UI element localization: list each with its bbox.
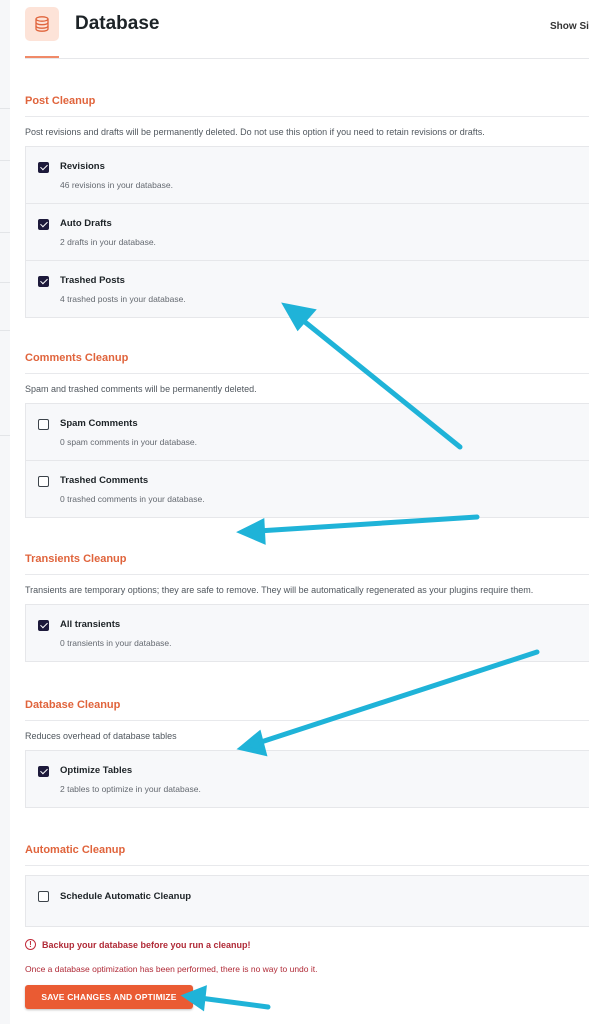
section-title: Post Cleanup xyxy=(25,94,589,117)
section-database-cleanup: Database Cleanup Reduces overhead of dat… xyxy=(25,698,589,808)
section-title: Transients Cleanup xyxy=(25,552,589,575)
option-label: Optimize Tables xyxy=(60,765,133,776)
option-label: All transients xyxy=(60,619,121,630)
section-description: Post revisions and drafts will be perman… xyxy=(25,127,485,137)
section-comments-cleanup: Comments Cleanup Spam and trashed commen… xyxy=(25,351,589,518)
schedule-cleanup-checkbox[interactable] xyxy=(38,891,49,902)
all-transients-checkbox[interactable] xyxy=(38,620,49,631)
warning-text: Backup your database before you run a cl… xyxy=(42,939,251,950)
annotation-arrow-head xyxy=(236,518,266,545)
option-spam-comments[interactable]: Spam Comments 0 spam comments in your da… xyxy=(26,404,589,460)
section-post-cleanup: Post Cleanup Post revisions and drafts w… xyxy=(25,94,589,318)
optimize-tables-checkbox[interactable] xyxy=(38,766,49,777)
option-trashed-comments[interactable]: Trashed Comments 0 trashed comments in y… xyxy=(26,460,589,517)
option-label: Revisions xyxy=(60,161,105,172)
option-label: Trashed Comments xyxy=(60,475,149,486)
annotation-arrow xyxy=(255,514,480,534)
options-box: Optimize Tables 2 tables to optimize in … xyxy=(25,750,589,808)
revisions-checkbox[interactable] xyxy=(38,162,49,173)
option-count: 2 tables to optimize in your database. xyxy=(60,784,201,794)
page-header: Database Show Si xyxy=(25,0,589,59)
option-label: Schedule Automatic Cleanup xyxy=(60,891,192,902)
option-schedule-cleanup[interactable]: Schedule Automatic Cleanup xyxy=(26,876,589,926)
option-label: Spam Comments xyxy=(60,418,138,429)
options-box: All transients 0 transients in your data… xyxy=(25,604,589,662)
section-description: Spam and trashed comments will be perman… xyxy=(25,384,257,394)
trashed-comments-checkbox[interactable] xyxy=(38,476,49,487)
option-all-transients[interactable]: All transients 0 transients in your data… xyxy=(26,605,589,661)
option-label: Trashed Posts xyxy=(60,275,125,286)
spam-comments-checkbox[interactable] xyxy=(38,419,49,430)
section-automatic-cleanup: Automatic Cleanup Schedule Automatic Cle… xyxy=(25,843,589,927)
option-count: 0 spam comments in your database. xyxy=(60,437,198,447)
option-count: 46 revisions in your database. xyxy=(60,180,173,190)
save-and-optimize-button[interactable]: SAVE CHANGES AND OPTIMIZE xyxy=(25,985,193,1009)
annotation-arrow xyxy=(197,995,271,1010)
options-box: Schedule Automatic Cleanup xyxy=(25,875,589,927)
admin-sidebar-edge xyxy=(0,0,10,1024)
show-sidebar-toggle[interactable]: Show Si xyxy=(550,21,589,32)
section-title: Automatic Cleanup xyxy=(25,843,589,866)
options-box: Revisions 46 revisions in your database.… xyxy=(25,146,589,318)
page-title: Database xyxy=(75,13,160,34)
database-icon xyxy=(25,7,59,41)
option-count: 4 trashed posts in your database. xyxy=(60,294,186,304)
option-optimize-tables[interactable]: Optimize Tables 2 tables to optimize in … xyxy=(26,751,589,807)
undo-note: Once a database optimization has been pe… xyxy=(25,964,318,974)
options-box: Spam Comments 0 spam comments in your da… xyxy=(25,403,589,518)
active-tab-indicator xyxy=(25,56,59,58)
section-title: Comments Cleanup xyxy=(25,351,589,374)
section-description: Transients are temporary options; they a… xyxy=(25,585,534,595)
section-description: Reduces overhead of database tables xyxy=(25,731,177,741)
section-title: Database Cleanup xyxy=(25,698,589,721)
auto-drafts-checkbox[interactable] xyxy=(38,219,49,230)
section-transients-cleanup: Transients Cleanup Transients are tempor… xyxy=(25,552,589,662)
option-count: 2 drafts in your database. xyxy=(60,237,156,247)
option-trashed-posts[interactable]: Trashed Posts 4 trashed posts in your da… xyxy=(26,260,589,317)
option-auto-drafts[interactable]: Auto Drafts 2 drafts in your database. xyxy=(26,203,589,260)
option-revisions[interactable]: Revisions 46 revisions in your database. xyxy=(26,147,589,203)
option-count: 0 transients in your database. xyxy=(60,638,172,648)
option-count: 0 trashed comments in your database. xyxy=(60,494,205,504)
trashed-posts-checkbox[interactable] xyxy=(38,276,49,287)
alert-icon: ! xyxy=(25,939,36,950)
backup-warning: ! Backup your database before you run a … xyxy=(25,939,251,950)
option-label: Auto Drafts xyxy=(60,218,112,229)
